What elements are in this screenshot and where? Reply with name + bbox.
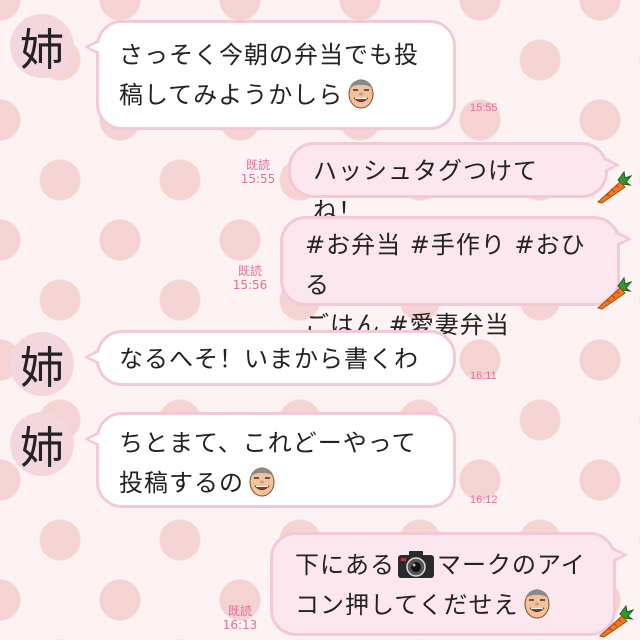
avatar[interactable]: 姉 [10,332,74,396]
message-text: コン押してくだせえ [295,585,591,625]
message-bubble[interactable]: 下にある マークのアイ コン押してくだせえ [270,532,628,636]
read-receipt: 既読 16:13 [222,604,258,632]
message-bubble[interactable]: ハッシュタグつけてね！ [288,142,620,225]
message-bubble[interactable]: さっそく今朝の弁当でも投 稿してみようかしら [84,20,456,130]
timestamp: 15:55 [470,102,498,114]
timestamp: 16:12 [470,494,498,506]
smiling-old-man-emoji-icon [345,78,377,110]
message-text: なるへそ！いまから書くわ [119,345,419,373]
carrot-sticker-icon [596,276,632,310]
message-text: ちとまて、これどーやって [119,429,417,457]
carrot-sticker-icon [596,170,632,204]
avatar[interactable]: 姉 [10,412,74,476]
camera-icon [397,549,435,579]
carrot-sticker-icon [598,604,634,638]
avatar[interactable]: 姉 [10,14,74,78]
message-text: 投稿するの [119,463,433,503]
smiling-old-man-emoji-icon [521,588,553,620]
message-text: さっそく今朝の弁当でも投 [119,41,419,69]
message-bubble[interactable]: #お弁当 #手作り #おひる ごはん #愛妻弁当 [280,216,632,339]
message-text: 下にある マークのアイ [295,549,586,579]
read-receipt: 既読 15:56 [232,264,268,292]
message-text: 稿してみようかしら [119,75,433,115]
message-text: #お弁当 #手作り #おひる [305,231,586,299]
message-bubble[interactable]: ちとまて、これどーやって 投稿するの [84,412,456,508]
read-receipt: 既読 15:55 [240,158,276,186]
timestamp: 16:11 [470,370,497,382]
message-bubble[interactable]: なるへそ！いまから書くわ [84,330,456,386]
smiling-old-man-emoji-icon [246,466,278,498]
